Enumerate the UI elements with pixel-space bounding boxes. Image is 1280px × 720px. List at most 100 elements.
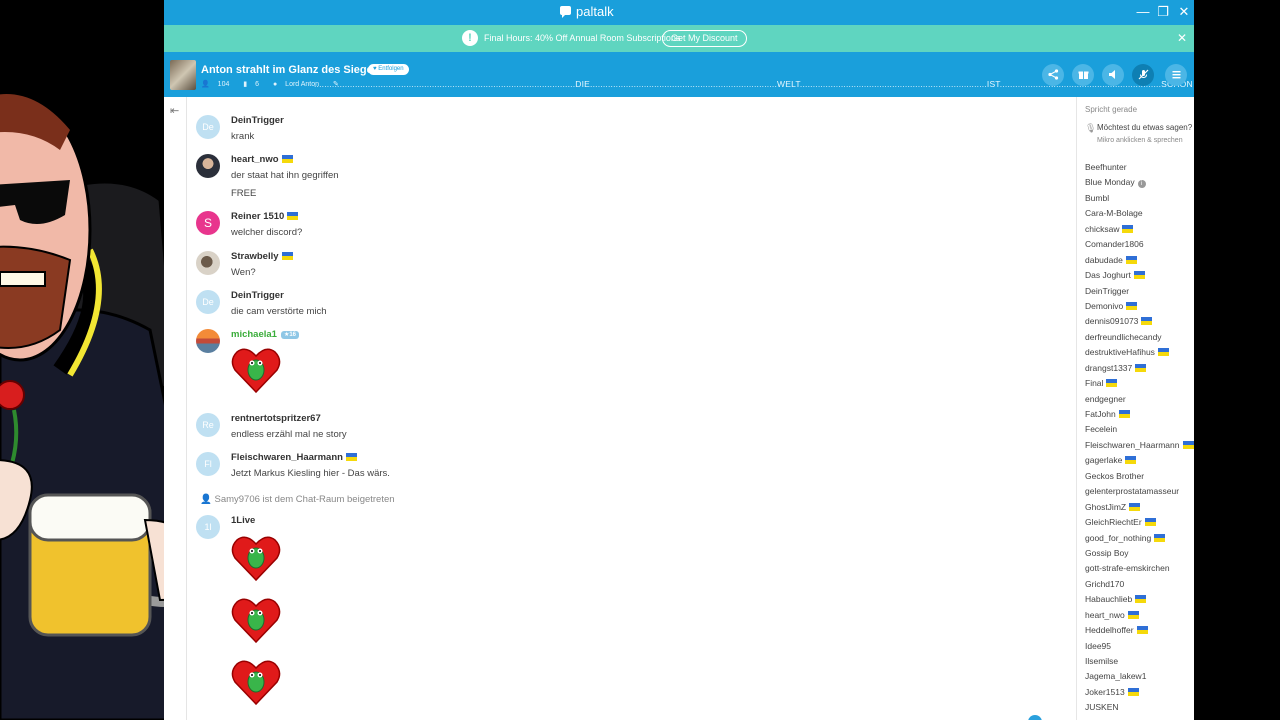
- user-list-item[interactable]: Joker1513: [1085, 685, 1194, 700]
- user-list-item[interactable]: gott-strafe-emskirchen: [1085, 561, 1194, 576]
- close-window-button[interactable]: ✕: [1174, 3, 1194, 21]
- user-list-item[interactable]: Beefhunter: [1085, 160, 1194, 175]
- user-list-item[interactable]: Demonivo: [1085, 299, 1194, 314]
- user-list-name: GhostJimZ: [1085, 501, 1127, 512]
- user-list-item[interactable]: Final: [1085, 376, 1194, 391]
- user-list-item[interactable]: Heddelhoffer: [1085, 623, 1194, 638]
- message-username[interactable]: rentnertotspritzer67: [231, 413, 321, 424]
- room-title: Anton strahlt im Glanz des Siegers: [201, 64, 384, 76]
- user-list-item[interactable]: Idee95: [1085, 639, 1194, 654]
- user-list-name: GleichRiechtEr: [1085, 517, 1142, 528]
- user-list-item[interactable]: JUSKEN: [1085, 700, 1194, 715]
- user-list-item[interactable]: Blue Monday i: [1085, 175, 1194, 190]
- user-list-item[interactable]: good_for_nothing: [1085, 531, 1194, 546]
- user-list-name: Demonivo: [1085, 300, 1124, 311]
- maximize-button[interactable]: ❐: [1153, 3, 1173, 21]
- room-avatar[interactable]: [170, 60, 196, 90]
- user-list-name: Fecelein: [1085, 424, 1118, 435]
- user-list-item[interactable]: Kim_Jong Illi: [1085, 716, 1194, 720]
- user-avatar[interactable]: 1l: [196, 515, 220, 539]
- info-icon[interactable]: i: [1137, 180, 1146, 189]
- user-list-item[interactable]: FatJohn: [1085, 407, 1194, 422]
- user-list-item[interactable]: Fleischwaren_Haarmann: [1085, 438, 1194, 453]
- user-list-item[interactable]: Jagema_lakew1: [1085, 669, 1194, 684]
- gift-button[interactable]: [1072, 64, 1094, 86]
- user-list-item[interactable]: Ilsemilse: [1085, 654, 1194, 669]
- user-list-item[interactable]: dabudade: [1085, 253, 1194, 268]
- message-username[interactable]: DeinTrigger: [231, 115, 284, 126]
- user-list-item[interactable]: Habauchlieb: [1085, 592, 1194, 607]
- user-list-item[interactable]: gelenterprostatamasseur: [1085, 484, 1194, 499]
- user-list-item[interactable]: dennis091073: [1085, 314, 1194, 329]
- mic-prompt-subtitle: Mikro anklicken & sprechen: [1097, 137, 1183, 144]
- collapse-panel-icon[interactable]: ⇤: [170, 104, 179, 117]
- share-icon: [1047, 69, 1058, 80]
- ukraine-flag-icon: [1125, 456, 1137, 465]
- user-list-item[interactable]: heart_nwo: [1085, 608, 1194, 623]
- user-avatar[interactable]: De: [196, 290, 220, 314]
- user-list-name: Beefhunter: [1085, 162, 1127, 172]
- heart-frog-sticker-icon[interactable]: [231, 658, 281, 706]
- user-list-name: DeinTrigger: [1085, 285, 1130, 296]
- user-list-name: gagerlake: [1085, 455, 1123, 466]
- message-username[interactable]: Strawbelly: [231, 251, 293, 262]
- user-list-item[interactable]: derfreundlichecandy: [1085, 330, 1194, 345]
- minimize-button[interactable]: —: [1133, 3, 1153, 21]
- user-list-item[interactable]: Cara-M-Bolage: [1085, 206, 1194, 221]
- message-username[interactable]: Fleischwaren_Haarmann: [231, 452, 357, 463]
- user-list-item[interactable]: endgegner: [1085, 392, 1194, 407]
- message-username[interactable]: michaela1 ★16: [231, 329, 300, 340]
- user-list-item[interactable]: destruktiveHafihus: [1085, 345, 1194, 360]
- user-list-item[interactable]: Comander1806: [1085, 237, 1194, 252]
- user-list-item[interactable]: Grichd170: [1085, 577, 1194, 592]
- user-list-name: Final: [1085, 378, 1104, 389]
- unfollow-button[interactable]: ♥ Entfolgen: [368, 64, 409, 75]
- username-text: Fleischwaren_Haarmann: [231, 452, 343, 463]
- user-list-item[interactable]: Fecelein: [1085, 422, 1194, 437]
- username-text: michaela1: [231, 329, 277, 340]
- message-text: der staat hat ihn gegriffen: [231, 170, 339, 181]
- user-list-name: Joker1513: [1085, 686, 1125, 697]
- ukraine-flag-icon: [1144, 518, 1156, 527]
- ukraine-flag-icon: [1127, 687, 1139, 696]
- join-notice-text: Samy9706 ist dem Chat-Raum beigetreten: [214, 494, 395, 505]
- user-list-item[interactable]: Das Joghurt: [1085, 268, 1194, 283]
- ukraine-flag-icon: [1135, 595, 1147, 604]
- promo-close-icon[interactable]: ✕: [1177, 31, 1187, 45]
- user-avatar[interactable]: Fl: [196, 452, 220, 476]
- user-list-item[interactable]: gagerlake: [1085, 453, 1194, 468]
- ukraine-flag-icon: [1118, 410, 1130, 418]
- user-list-item[interactable]: GhostJimZ: [1085, 500, 1194, 515]
- user-list-item[interactable]: Gossip Boy: [1085, 546, 1194, 561]
- heart-frog-sticker-icon[interactable]: [231, 596, 281, 644]
- ukraine-flag-icon: [1154, 533, 1166, 542]
- speaker-button[interactable]: [1102, 64, 1124, 86]
- user-list-item[interactable]: Bumbl: [1085, 191, 1194, 206]
- message-username[interactable]: 1Live: [231, 515, 255, 526]
- user-list-item[interactable]: chicksaw: [1085, 222, 1194, 237]
- share-button[interactable]: [1042, 64, 1064, 86]
- user-avatar[interactable]: Re: [196, 413, 220, 437]
- mic-count-icon: ▮: [243, 81, 248, 88]
- message-username[interactable]: heart_nwo: [231, 154, 293, 165]
- heart-frog-sticker-icon[interactable]: [231, 346, 281, 394]
- ukraine-flag-icon: [1127, 610, 1139, 619]
- user-avatar[interactable]: [196, 251, 220, 275]
- user-avatar[interactable]: S: [196, 211, 220, 235]
- menu-button[interactable]: [1165, 64, 1187, 86]
- user-avatar[interactable]: De: [196, 115, 220, 139]
- ukraine-flag-icon: [1182, 440, 1194, 449]
- message-username[interactable]: DeinTrigger: [231, 290, 284, 301]
- user-avatar[interactable]: [196, 329, 220, 353]
- user-avatar[interactable]: [196, 154, 220, 178]
- user-list-name: Jagema_lakew1: [1085, 671, 1147, 682]
- user-list-item[interactable]: GleichRiechtEr: [1085, 515, 1194, 530]
- mic-off-button[interactable]: [1132, 64, 1154, 86]
- user-list-item[interactable]: drangst1337: [1085, 361, 1194, 376]
- user-list-item[interactable]: DeinTrigger: [1085, 284, 1194, 299]
- user-list-name: Ilsemilse: [1085, 656, 1119, 666]
- get-discount-button[interactable]: Get My Discount: [662, 30, 747, 47]
- user-list-item[interactable]: Geckos Brother: [1085, 469, 1194, 484]
- heart-frog-sticker-icon[interactable]: [231, 534, 281, 582]
- message-username[interactable]: Reiner 1510: [231, 211, 299, 222]
